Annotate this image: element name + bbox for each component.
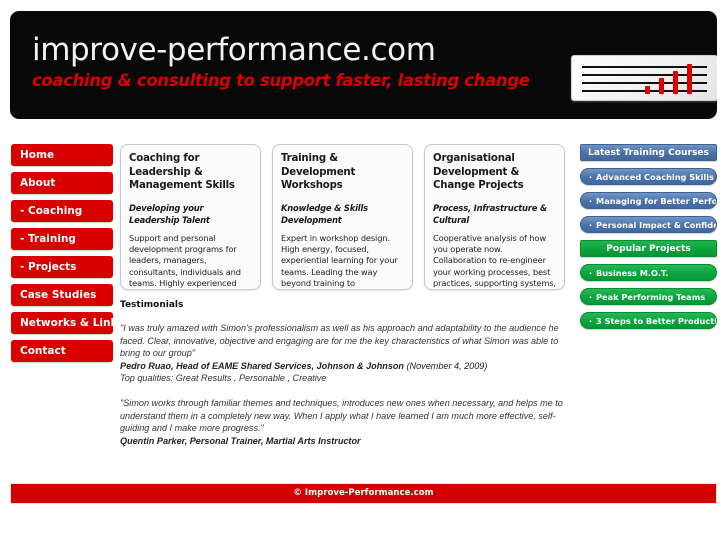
panel-item-label: Peak Performing Teams [596,292,706,302]
panel-item-label: Advanced Coaching Skills [596,172,714,182]
sidebar-item-training[interactable]: - Training [11,228,113,250]
panel-item-label: Personal Impact & Confidence [596,220,716,230]
panel-item-label: 3 Steps to Better Productivity [596,316,717,326]
panel-heading-training: Latest Training Courses [580,144,717,161]
testimonial-date: (November 4, 2009) [406,360,488,371]
card-subtitle: Knowledge & Skills Development [281,202,368,225]
sidebar-item-contact[interactable]: Contact [11,340,113,362]
bullet-icon: · [589,221,593,230]
card-title: Training & Development Workshops [281,153,356,191]
bullet-icon: · [589,293,593,302]
panel-heading-projects: Popular Projects [580,240,717,257]
logo-bars [582,62,707,94]
bar-chart-logo-icon [571,55,717,101]
card-subtitle: Process, Infrastructure & Cultural [433,202,548,225]
testimonial-quote: "I was truly amazed with Simon's profess… [120,323,559,359]
panel-item-personal-impact-confidence[interactable]: ·Personal Impact & Confidence [580,216,717,233]
panel-item-business-mot[interactable]: · Business M.O.T. [580,264,717,281]
sidebar-item-networks-links[interactable]: Networks & Links [11,312,113,334]
panel-divider [580,233,717,240]
main-navigation: Home About - Coaching - Training - Proje… [11,144,113,368]
testimonial-quote: "Simon works through familiar themes and… [120,397,563,434]
testimonial-item: "I was truly amazed with Simon's profess… [120,322,572,385]
card-body: Cooperative analysis of how you operate … [433,232,556,289]
sidebar-item-home[interactable]: Home [11,144,113,166]
panel-item-3-steps-better-productivity[interactable]: ·3 Steps to Better Productivity [580,312,717,329]
bullet-icon: · [589,317,593,326]
panel-item-label: Business M.O.T. [596,268,669,278]
testimonial-author-name: Pedro Ruao, Head of EAME Shared Services… [120,360,404,371]
panel-item-peak-performing-teams[interactable]: · Peak Performing Teams [580,288,717,305]
panel-item-label: Managing for Better Performance [596,196,717,206]
card-body: Expert in workshop design. High energy, … [281,232,398,289]
card-training[interactable]: Training & Development Workshops Knowled… [272,144,413,290]
card-coaching[interactable]: Coaching for Leadership & Management Ski… [120,144,261,290]
testimonial-qualities: Top qualities: Great Results , Personabl… [120,373,327,384]
bullet-icon: · [589,269,593,278]
site-tagline: coaching & consulting to support faster,… [32,71,530,90]
bullet-icon: · [589,173,593,182]
panel-item-advanced-coaching-skills[interactable]: · Advanced Coaching Skills [580,168,717,185]
sidebar-item-case-studies[interactable]: Case Studies [11,284,113,306]
card-body: Support and personal development program… [129,232,241,289]
site-title: improve-performance.com [32,32,436,68]
service-cards: Coaching for Leadership & Management Ski… [120,144,572,292]
right-sidebar: Latest Training Courses · Advanced Coachi… [580,144,717,329]
sidebar-item-about[interactable]: About [11,172,113,194]
bullet-icon: · [589,197,593,206]
site-header: improve-performance.com coaching & consu… [10,11,717,119]
testimonial-item: "Simon works through familiar themes and… [120,397,572,447]
card-title: Organisational Development & Change Proj… [433,153,524,191]
panel-item-managing-for-better-performance[interactable]: ·Managing for Better Performance [580,192,717,209]
site-footer: © Improve-Performance.com [10,483,717,504]
sidebar-item-coaching[interactable]: - Coaching [11,200,113,222]
testimonials-section: Testimonials "I was truly amazed with Si… [120,300,572,447]
sidebar-item-projects[interactable]: - Projects [11,256,113,278]
brand: improve-performance.com coaching & consu… [32,31,530,92]
card-subtitle: Developing your Leadership Talent [129,202,210,225]
testimonials-heading: Testimonials [120,300,184,310]
testimonial-author: Quentin Parker, Personal Trainer, Martia… [120,435,361,446]
testimonial-author: Pedro Ruao, Head of EAME Shared Services… [120,360,572,373]
page-root: improve-performance.com coaching & consu… [0,0,727,545]
card-org-development[interactable]: Organisational Development & Change Proj… [424,144,565,290]
card-title: Coaching for Leadership & Management Ski… [129,153,235,191]
